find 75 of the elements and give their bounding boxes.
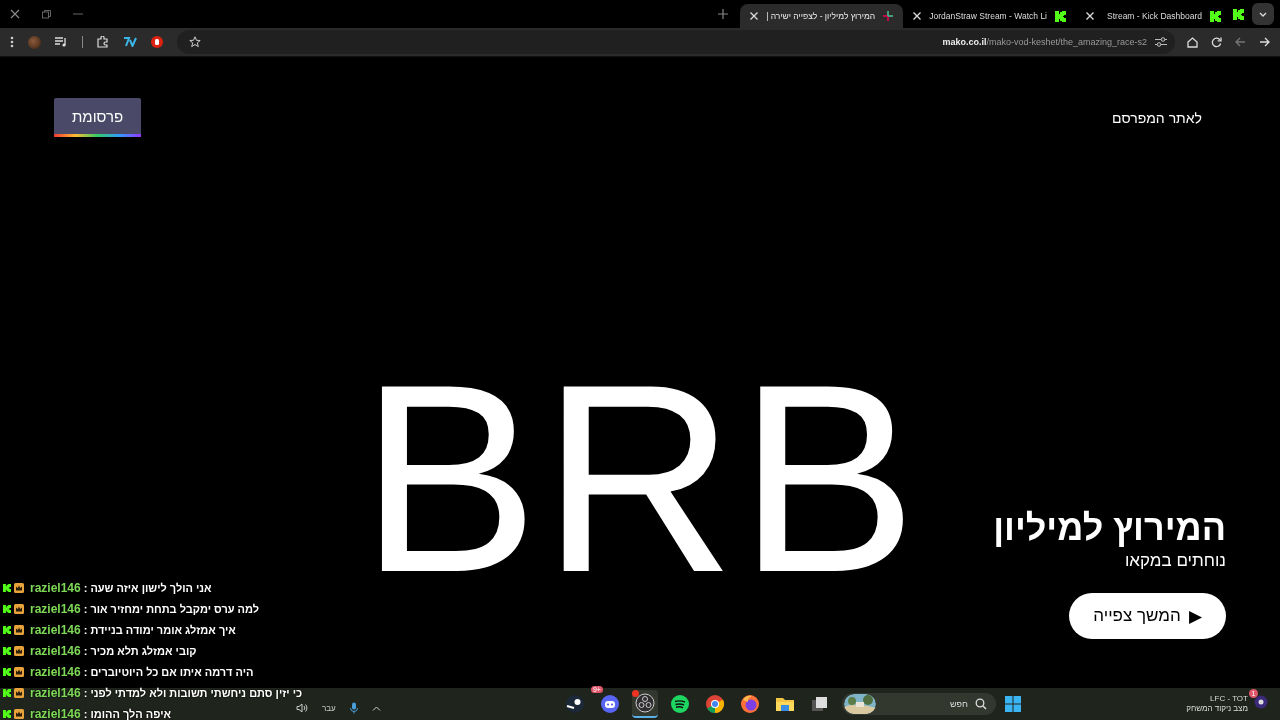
kick-logo-icon [3,689,11,697]
show-subtitle: נוחתים במקאו [1124,551,1226,571]
extension-icon[interactable] [123,37,137,47]
menu-icon[interactable] [10,36,14,48]
chat-username: raziel146 [30,644,81,658]
crown-badge-icon [14,709,24,719]
advertiser-link[interactable]: לאתר המפרסם [1112,109,1202,126]
star-icon[interactable] [189,36,201,48]
windows-start-icon[interactable] [1004,696,1021,712]
chat-message: קובי אמזלג תלא מכיר [90,645,197,657]
crown-badge-icon [14,646,24,656]
kick-logo-icon [3,668,11,676]
browser-tab[interactable]: Stream - Kick Dashboard [1076,4,1231,28]
media-queue-icon[interactable] [55,37,68,47]
crown-badge-icon [14,625,24,635]
chat-message: אני הולך לישון איזה שעה [90,582,212,594]
chat-separator: : [83,708,88,720]
crown-badge-icon [14,604,24,614]
browser-tab[interactable]: המירוץ למיליון - לצפייה ישירה | [740,4,904,28]
chat-username: raziel146 [30,665,81,679]
kick-logo-icon [3,647,11,655]
crown-badge-icon [14,688,24,698]
kick-logo-icon [1210,10,1221,22]
kick-logo-icon [3,584,11,592]
chat-username: raziel146 [30,602,81,616]
crown-badge-icon [14,667,24,677]
language-indicator[interactable]: עבר [322,703,336,713]
restore-icon[interactable] [42,9,51,19]
kick-logo-icon [3,710,11,718]
kick-logo-icon[interactable] [1233,8,1244,20]
chat-separator: : [83,603,88,615]
chat-username: raziel146 [30,686,81,700]
caret-up-icon[interactable] [371,705,381,711]
kick-logo-icon [3,605,11,613]
chat-message: איפה הלך ההומו [90,708,172,720]
chat-message: איך אמזלג אומר ימודה בניידת [90,624,236,636]
chat-separator: : [83,624,88,636]
kick-logo-icon [3,626,11,634]
microphone-icon[interactable] [349,702,358,714]
chat-username: raziel146 [30,623,81,637]
widget-subtitle: מצב ניקוד המשחק [1186,704,1248,714]
chat-separator: : [83,582,88,594]
chat-separator: : [83,687,88,699]
chat-username: raziel146 [30,707,81,720]
continue-watching-button[interactable]: המשך צפייה ▶ [1069,593,1226,639]
close-icon[interactable] [10,9,20,19]
chat-separator: : [83,666,88,678]
chat-username: raziel146 [30,581,81,595]
home-icon[interactable] [1187,36,1198,48]
sparkle-icon [883,11,894,21]
new-tab-icon[interactable] [718,9,729,19]
widget-title: LFC - TOT [1210,694,1248,704]
chat-separator: : [83,645,88,657]
recording-dot-icon [631,690,639,697]
team-crest-icon [1254,695,1268,709]
search-icon [974,698,987,710]
chat-message: למה ערס ימקבל בתחת ימחזיר אור [90,603,260,615]
chat-message: היה דרמה איתו אם כל היוטיוברים [90,666,254,678]
brb-text: BRB [359,344,921,612]
puzzle-icon[interactable] [97,36,109,48]
tab-search-button[interactable] [1252,3,1274,25]
chat-message: כי יזין סתם ניחשתי תשובות ולא למדתי לפני [90,687,303,699]
hand-icon[interactable] [151,36,163,48]
browser-tab[interactable]: JordanStraw Stream - Watch Li [903,4,1076,28]
reload-icon[interactable] [1211,36,1222,48]
speaker-icon[interactable] [296,703,308,713]
ad-label: פרסומת [54,98,142,137]
chevron-down-icon [1259,11,1267,17]
kick-logo-icon [1055,10,1066,22]
obs-app-icon[interactable] [631,690,658,718]
show-title: המירוץ למיליון [993,507,1226,549]
forward-arrow-icon[interactable] [1259,37,1270,47]
site-settings-icon[interactable] [1155,37,1167,47]
crown-badge-icon [14,583,24,593]
back-arrow-icon[interactable] [1235,37,1246,47]
